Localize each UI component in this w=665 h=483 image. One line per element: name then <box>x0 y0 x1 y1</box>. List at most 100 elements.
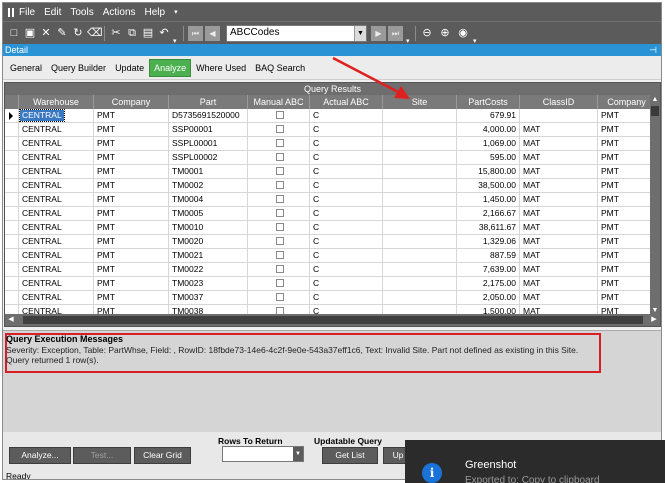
cell-part[interactable]: D5735691520000 <box>169 109 248 123</box>
manual-abc-checkbox[interactable] <box>276 237 284 245</box>
cell-part[interactable]: TM0001 <box>169 165 248 179</box>
cell-site[interactable] <box>383 193 457 207</box>
cut-icon[interactable]: ✂ <box>109 26 123 40</box>
cell-classid[interactable]: MAT <box>520 193 598 207</box>
manual-abc-checkbox[interactable] <box>276 293 284 301</box>
cell-manual-abc[interactable] <box>248 291 310 305</box>
cell-manual-abc[interactable] <box>248 123 310 137</box>
cell-classid[interactable]: MAT <box>520 277 598 291</box>
manual-abc-checkbox[interactable] <box>276 153 284 161</box>
cell-warehouse[interactable]: CENTRAL <box>19 165 94 179</box>
cell-manual-abc[interactable] <box>248 151 310 165</box>
new-icon[interactable]: □ <box>7 26 21 40</box>
cell-manual-abc[interactable] <box>248 109 310 123</box>
manual-abc-checkbox[interactable] <box>276 181 284 189</box>
table-row[interactable]: CENTRAL PMT TM0001 C 15,800.00 MAT PMT <box>5 165 660 179</box>
tab-update[interactable]: Update <box>111 60 148 76</box>
cell-company[interactable]: PMT <box>94 249 169 263</box>
row-selector[interactable] <box>5 165 19 179</box>
cell-site[interactable] <box>383 179 457 193</box>
cell-site[interactable] <box>383 249 457 263</box>
cell-classid[interactable]: MAT <box>520 151 598 165</box>
chevron-down-icon[interactable]: ▼ <box>354 26 366 41</box>
cell-manual-abc[interactable] <box>248 221 310 235</box>
cell-part[interactable]: TM0002 <box>169 179 248 193</box>
table-row[interactable]: CENTRAL PMT SSPL00002 C 595.00 MAT PMT <box>5 151 660 165</box>
save-icon[interactable]: ▣ <box>23 26 37 40</box>
pin-icon[interactable]: ⊣ <box>649 44 657 56</box>
cell-warehouse[interactable]: CENTRAL <box>19 263 94 277</box>
cell-company[interactable]: PMT <box>94 277 169 291</box>
cell-actual-abc[interactable]: C <box>310 235 383 249</box>
cell-classid[interactable]: MAT <box>520 235 598 249</box>
header-actual-abc[interactable]: Actual ABC <box>310 95 383 109</box>
cell-site[interactable] <box>383 263 457 277</box>
cell-site[interactable] <box>383 221 457 235</box>
table-row[interactable]: CENTRAL PMT TM0010 C 38,611.67 MAT PMT <box>5 221 660 235</box>
cell-part[interactable]: SSP00001 <box>169 123 248 137</box>
vertical-scrollbar[interactable]: ▲ ▼ <box>650 95 660 316</box>
header-company-2[interactable]: Company <box>598 95 656 109</box>
cell-actual-abc[interactable]: C <box>310 137 383 151</box>
tab-query-builder[interactable]: Query Builder <box>47 60 110 76</box>
cell-company-2[interactable]: PMT <box>598 263 656 277</box>
cell-manual-abc[interactable] <box>248 277 310 291</box>
menu-edit[interactable]: Edit <box>44 7 61 18</box>
cell-warehouse[interactable]: CENTRAL <box>19 151 94 165</box>
tab-baq-search[interactable]: BAQ Search <box>251 60 309 76</box>
cell-site[interactable] <box>383 207 457 221</box>
cell-partcosts[interactable]: 7,639.00 <box>457 263 520 277</box>
chevron-down-icon[interactable]: ▼ <box>293 447 303 461</box>
cell-partcosts[interactable]: 15,800.00 <box>457 165 520 179</box>
cell-partcosts[interactable]: 2,050.00 <box>457 291 520 305</box>
row-selector[interactable] <box>5 235 19 249</box>
row-selector[interactable] <box>5 123 19 137</box>
cell-warehouse[interactable]: CENTRAL <box>19 235 94 249</box>
cell-manual-abc[interactable] <box>248 193 310 207</box>
cell-actual-abc[interactable]: C <box>310 165 383 179</box>
scroll-right-icon[interactable]: ▶ <box>648 314 660 326</box>
cell-company[interactable]: PMT <box>94 221 169 235</box>
cell-company-2[interactable]: PMT <box>598 137 656 151</box>
row-selector[interactable] <box>5 207 19 221</box>
edit-icon[interactable]: ✎ <box>55 26 69 40</box>
cell-company-2[interactable]: PMT <box>598 109 656 123</box>
cell-company[interactable]: PMT <box>94 151 169 165</box>
cell-partcosts[interactable]: 2,175.00 <box>457 277 520 291</box>
vertical-scroll-thumb[interactable] <box>651 106 659 116</box>
cell-site[interactable] <box>383 165 457 179</box>
header-manual-abc[interactable]: Manual ABC <box>248 95 310 109</box>
manual-abc-checkbox[interactable] <box>276 167 284 175</box>
cell-company-2[interactable]: PMT <box>598 277 656 291</box>
cell-part[interactable]: SSPL00002 <box>169 151 248 165</box>
manual-abc-checkbox[interactable] <box>276 279 284 287</box>
cell-classid[interactable]: MAT <box>520 263 598 277</box>
home-icon[interactable]: ◉ <box>456 26 470 40</box>
cell-warehouse[interactable]: CENTRAL <box>19 207 94 221</box>
next-record-icon[interactable]: ▶ <box>371 26 386 41</box>
row-selector[interactable] <box>5 221 19 235</box>
table-row[interactable]: CENTRAL PMT TM0002 C 38,500.00 MAT PMT <box>5 179 660 193</box>
cell-part[interactable]: TM0037 <box>169 291 248 305</box>
cell-partcosts[interactable]: 2,166.67 <box>457 207 520 221</box>
table-row[interactable]: CENTRAL PMT SSPL00001 C 1,069.00 MAT PMT <box>5 137 660 151</box>
cell-classid[interactable]: MAT <box>520 165 598 179</box>
menu-overflow-icon[interactable]: ▾ <box>174 8 178 16</box>
cell-actual-abc[interactable]: C <box>310 151 383 165</box>
table-row[interactable]: CENTRAL PMT D5735691520000 C 679.91 PMT <box>5 109 660 123</box>
manual-abc-checkbox[interactable] <box>276 195 284 203</box>
header-company[interactable]: Company <box>94 95 169 109</box>
tab-analyze[interactable]: Analyze <box>149 58 192 77</box>
clear-icon[interactable]: ⌫ <box>87 26 103 40</box>
system-menu-icon[interactable] <box>8 7 14 17</box>
cell-actual-abc[interactable]: C <box>310 109 383 123</box>
table-row[interactable]: CENTRAL PMT TM0005 C 2,166.67 MAT PMT <box>5 207 660 221</box>
scroll-left-icon[interactable]: ◀ <box>5 314 17 326</box>
cell-classid[interactable]: MAT <box>520 249 598 263</box>
cell-actual-abc[interactable]: C <box>310 207 383 221</box>
cell-partcosts[interactable]: 595.00 <box>457 151 520 165</box>
manual-abc-checkbox[interactable] <box>276 251 284 259</box>
cell-company-2[interactable]: PMT <box>598 123 656 137</box>
cell-manual-abc[interactable] <box>248 235 310 249</box>
cell-company[interactable]: PMT <box>94 207 169 221</box>
